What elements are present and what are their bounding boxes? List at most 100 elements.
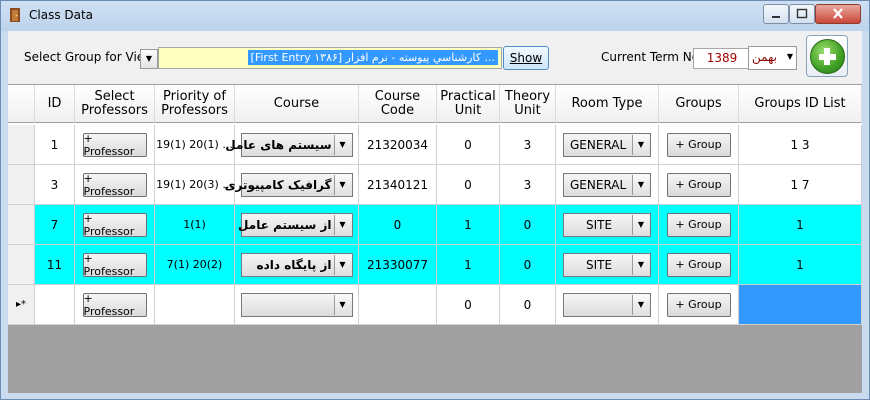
month-select[interactable]: بهمن ▼ xyxy=(748,46,797,70)
table-row[interactable]: 3 + Professor 19(1) 20(3) ... گرافيک کام… xyxy=(8,165,862,205)
cell-priority xyxy=(155,285,235,325)
col-header-theory-unit[interactable]: Theory Unit xyxy=(500,85,556,123)
chevron-down-icon: ▼ xyxy=(632,294,649,315)
cell-groups-id-list: 1 xyxy=(739,205,862,245)
close-button[interactable] xyxy=(815,4,861,24)
add-group-button[interactable]: + Group xyxy=(666,292,731,317)
col-header-course-code[interactable]: Course Code xyxy=(359,85,437,123)
priority-text: 19(1) 20(3) ... xyxy=(156,178,233,191)
new-row-marker[interactable]: ▸* xyxy=(8,285,35,325)
cell-groups: + Group xyxy=(659,205,739,245)
cell-groups: + Group xyxy=(659,125,739,165)
room-type-value: GENERAL xyxy=(570,137,627,152)
term-input[interactable]: 1389 xyxy=(693,48,751,69)
maximize-icon xyxy=(796,8,808,19)
cell-groups-id-list-selected[interactable] xyxy=(739,285,862,325)
cell-course: سيستم هاى عامل ▼ xyxy=(225,125,359,165)
cell-room-type: GENERAL ▼ xyxy=(556,165,659,205)
course-combo[interactable]: ▼ xyxy=(240,292,353,317)
add-professor-button[interactable]: + Professor xyxy=(82,252,147,278)
room-type-combo[interactable]: SITE ▼ xyxy=(563,212,651,237)
col-header-course[interactable]: Course xyxy=(235,85,359,123)
cell-practical-unit: 1 xyxy=(437,245,500,285)
door-icon xyxy=(10,8,20,22)
room-type-combo[interactable]: ▼ xyxy=(563,292,651,317)
cell-practical-unit: 1 xyxy=(437,205,500,245)
add-professor-button[interactable]: + Professor xyxy=(82,132,147,158)
cell-select-professor: + Professor xyxy=(75,165,155,205)
cell-theory-unit: 0 xyxy=(500,245,556,285)
course-combo[interactable]: از پايگاه داده ▼ xyxy=(240,252,353,277)
group-select-value: [First Entry ۱۳۸۶] كارشناسي پيوسته - نرم… xyxy=(247,50,498,65)
cell-groups: + Group xyxy=(659,165,739,205)
cell-priority: 1(1) xyxy=(155,205,235,245)
chevron-down-icon: ▼ xyxy=(786,52,793,61)
add-professor-button[interactable]: + Professor xyxy=(82,292,147,318)
cell-groups: + Group xyxy=(659,285,739,325)
col-header-groups[interactable]: Groups xyxy=(659,85,739,123)
course-combo[interactable]: گرافيک کامپيوترى ▼ xyxy=(225,172,353,197)
col-header-groups-id-list[interactable]: Groups ID List xyxy=(739,85,862,123)
cell-select-professor: + Professor xyxy=(75,285,155,325)
chevron-down-icon: ▼ xyxy=(632,214,649,235)
room-type-combo[interactable]: SITE ▼ xyxy=(563,252,651,277)
row-header[interactable] xyxy=(8,165,35,205)
add-group-button[interactable]: + Group xyxy=(666,212,731,237)
cell-groups-id-list: 1 xyxy=(739,245,862,285)
cell-id: 3 xyxy=(35,165,75,205)
chevron-down-icon: ▼ xyxy=(632,254,649,275)
table-row[interactable]: 7 + Professor 1(1) از سيستم عامل ▼ 0 1 0 … xyxy=(8,205,862,245)
add-group-button[interactable]: + Group xyxy=(666,172,731,197)
cell-course-code: 21340121 xyxy=(359,165,437,205)
add-group-button[interactable]: + Group xyxy=(666,252,731,277)
client-area: Select Group for View: ▼ [First Entry ۱۳… xyxy=(8,31,862,393)
month-select-value: بهمن xyxy=(752,50,777,64)
course-combo[interactable]: از سيستم عامل ▼ xyxy=(238,212,353,237)
room-type-combo[interactable]: GENERAL ▼ xyxy=(563,132,651,157)
col-header-select-professors[interactable]: Select Professors xyxy=(75,85,155,123)
course-combo-value: از سيستم عامل xyxy=(238,217,332,232)
group-label: Select Group for View: xyxy=(24,50,158,64)
add-professor-button[interactable]: + Professor xyxy=(82,172,147,198)
room-type-combo[interactable]: GENERAL ▼ xyxy=(563,172,651,197)
row-header[interactable] xyxy=(8,205,35,245)
grid-empty-area xyxy=(8,325,862,393)
term-label: Current Term No: xyxy=(601,50,704,64)
show-button[interactable]: Show xyxy=(503,46,549,70)
cell-select-professor: + Professor xyxy=(75,125,155,165)
chevron-down-icon: ▼ xyxy=(632,134,649,155)
cell-course-code xyxy=(359,285,437,325)
course-combo-value: گرافيک کامپيوترى xyxy=(224,177,332,192)
row-header[interactable] xyxy=(8,125,35,165)
close-icon xyxy=(833,8,843,19)
table-row[interactable]: 1 + Professor 19(1) 20(1) ... سيستم هاى … xyxy=(8,125,862,165)
title-bar[interactable]: Class Data xyxy=(1,1,869,31)
cell-id: 11 xyxy=(35,245,75,285)
col-header-priority[interactable]: Priority of Professors xyxy=(155,85,235,123)
add-group-button[interactable]: + Group xyxy=(666,132,731,157)
chevron-down-icon: ▼ xyxy=(145,54,153,63)
room-type-value: SITE xyxy=(586,257,613,272)
cell-room-type: SITE ▼ xyxy=(556,245,659,285)
room-type-value: SITE xyxy=(586,217,613,232)
cell-groups-id-list: 1 7 xyxy=(739,165,862,205)
cell-id: 7 xyxy=(35,205,75,245)
chevron-down-icon: ▼ xyxy=(632,174,649,195)
new-row[interactable]: ▸* + Professor ▼ 0 0 ▼ + Group xyxy=(8,285,862,325)
chevron-down-icon: ▼ xyxy=(333,134,351,155)
priority-text: 1(1) xyxy=(183,218,206,231)
add-professor-button[interactable]: + Professor xyxy=(82,212,147,238)
group-select[interactable]: [First Entry ۱۳۸۶] كارشناسي پيوسته - نرم… xyxy=(158,47,502,69)
maximize-button[interactable] xyxy=(789,4,815,24)
course-combo[interactable]: سيستم هاى عامل ▼ xyxy=(225,132,353,157)
table-row[interactable]: 11 + Professor 7(1) 20(2) از پايگاه داده… xyxy=(8,245,862,285)
col-header-practical-unit[interactable]: Practical Unit xyxy=(437,85,500,123)
col-header-id[interactable]: ID xyxy=(35,85,75,123)
minimize-button[interactable] xyxy=(763,4,789,24)
row-header[interactable] xyxy=(8,245,35,285)
group-dropdown-button[interactable]: ▼ xyxy=(140,49,158,69)
class-data-grid: ID Select Professors Priority of Profess… xyxy=(8,84,862,325)
cell-theory-unit: 0 xyxy=(500,285,556,325)
col-header-room-type[interactable]: Room Type xyxy=(556,85,659,123)
add-button[interactable] xyxy=(806,35,848,77)
